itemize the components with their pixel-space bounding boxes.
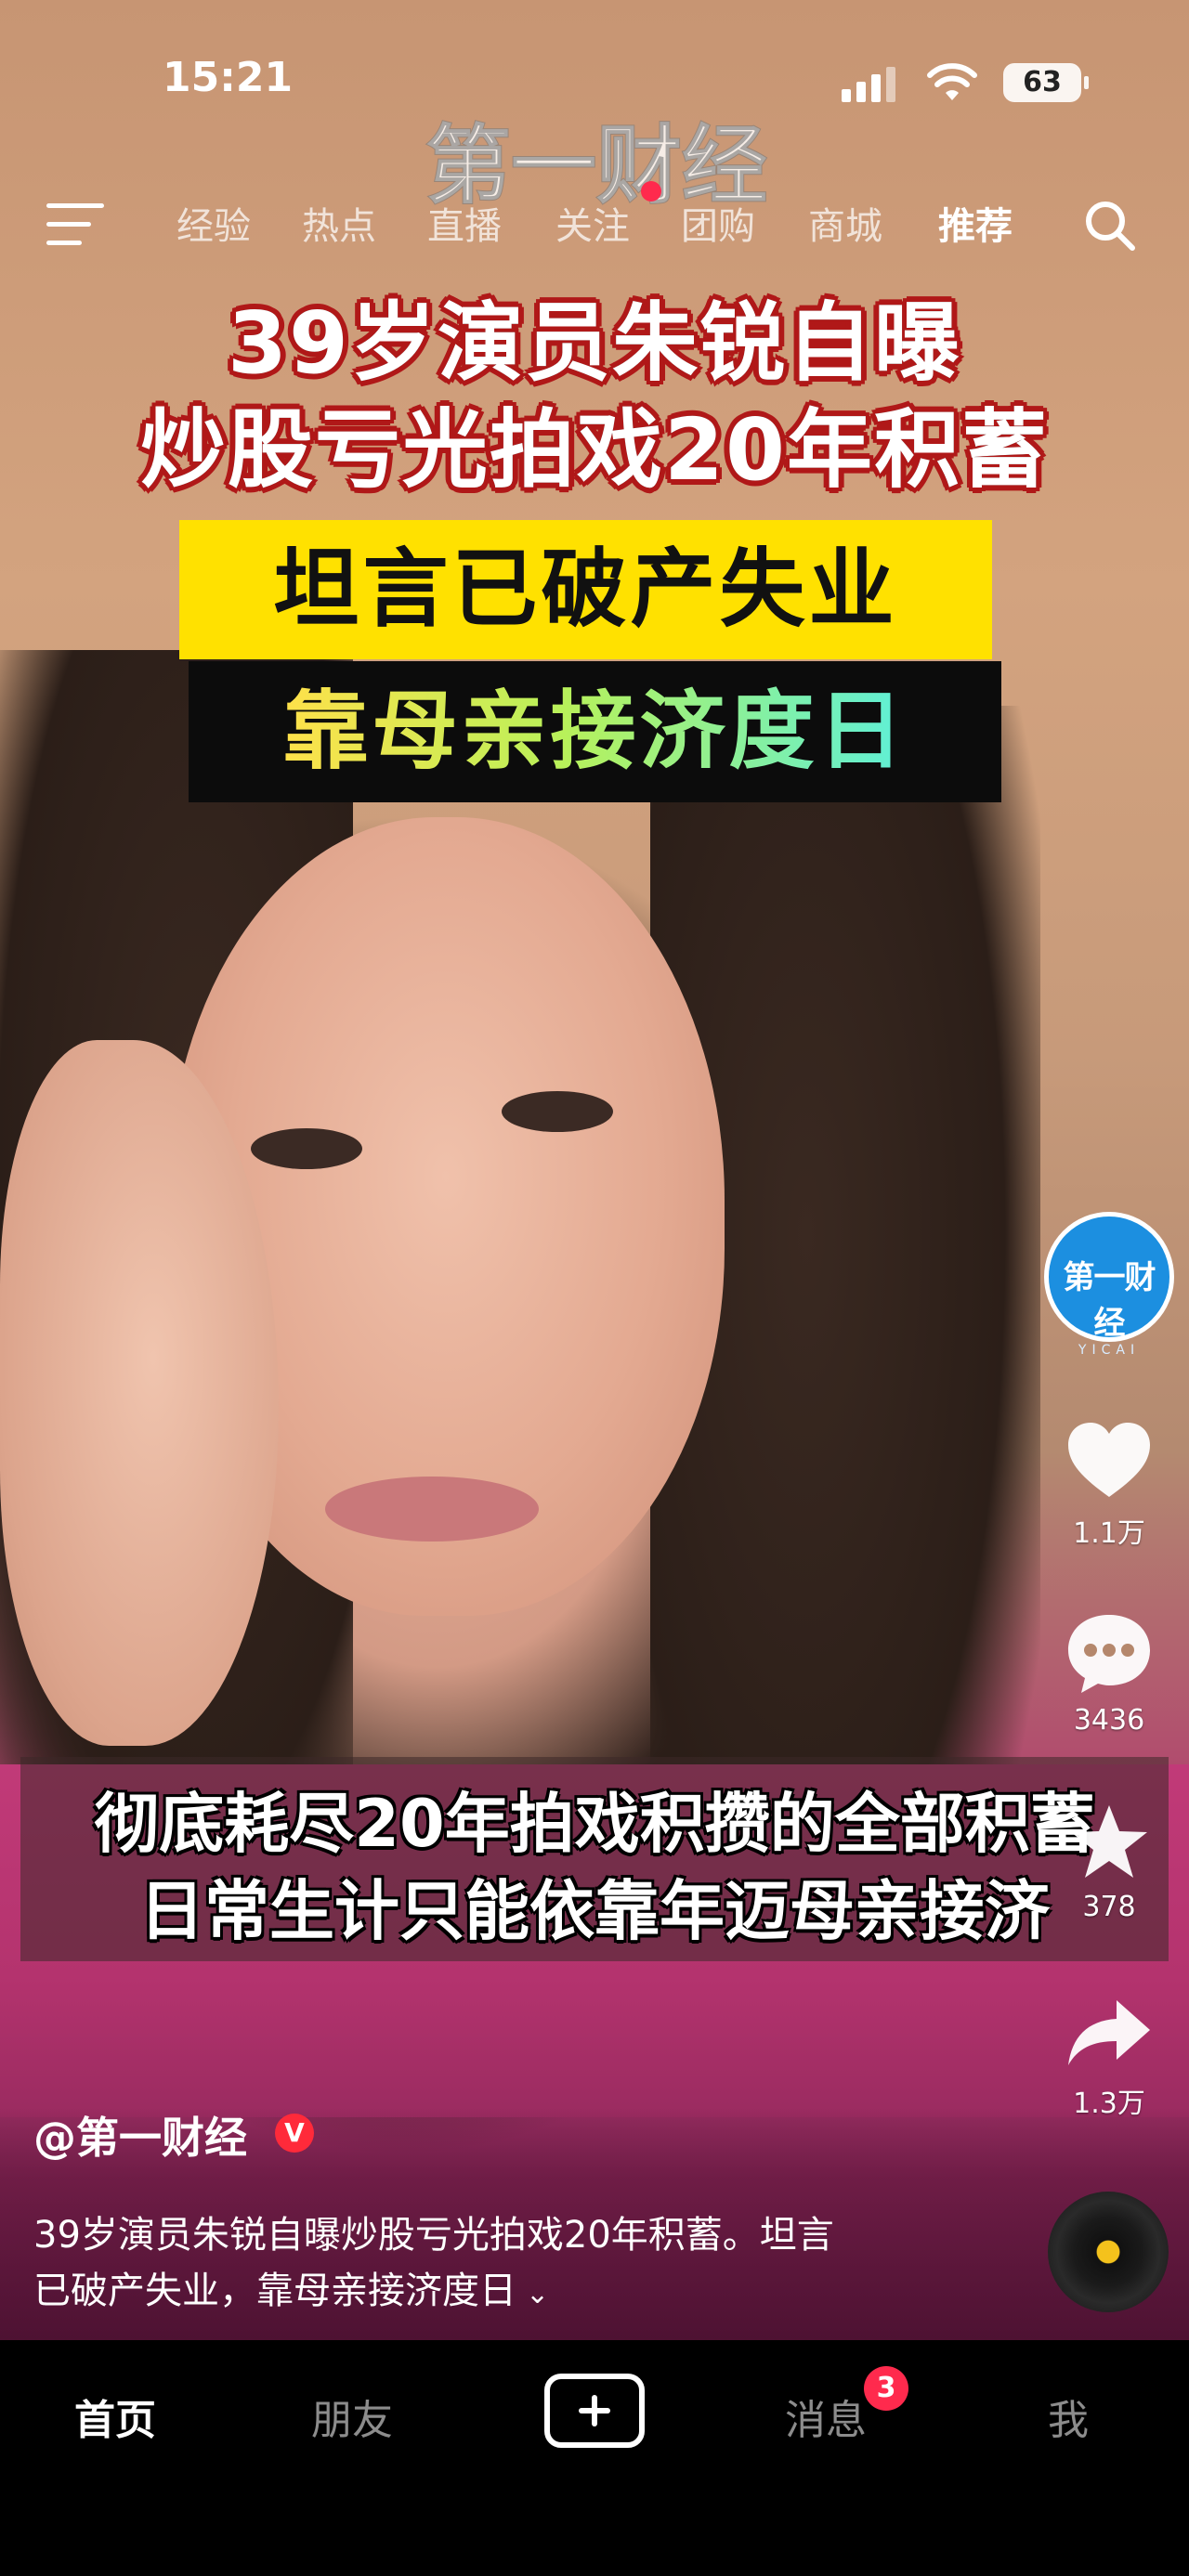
headline-black-band-text: 靠母亲接济度日 — [282, 682, 908, 781]
tab-trending[interactable]: 热点 — [302, 196, 376, 250]
tab-recommend[interactable]: 推荐 — [938, 196, 1013, 250]
favorite-button[interactable]: 378 — [1044, 1802, 1174, 1923]
tab-friends[interactable]: 朋友 — [311, 2387, 393, 2446]
subtitle-line-1: 彻底耗尽20年拍戏积攒的全部积蓄 — [94, 1786, 1095, 1862]
headline-line-1: 39岁演员朱锐自曝 — [227, 293, 962, 393]
video-eye-left — [251, 1128, 362, 1169]
tab-following[interactable]: 关注 — [555, 196, 630, 250]
avatar-logo-subtext: YICAI — [1078, 1343, 1141, 1358]
wifi-icon — [927, 63, 977, 100]
like-button[interactable]: 1.1万 — [1044, 1421, 1174, 1551]
headline-black-band: 靠母亲接济度日 — [189, 661, 1001, 802]
caption-line-2[interactable]: 已破产失业，靠母亲接济度日 ⌄ — [33, 2260, 549, 2314]
tab-experience[interactable]: 经验 — [176, 196, 251, 250]
chevron-down-icon[interactable]: ⌄ — [526, 2278, 549, 2310]
heart-icon — [1068, 1423, 1150, 1497]
share-button[interactable]: 1.3万 — [1044, 1997, 1174, 2121]
top-nav: 经验 热点 直播 关注 团购 商城 推荐 — [0, 181, 1189, 265]
headline-line-2: 炒股亏光拍戏20年积蓄 — [139, 400, 1050, 500]
tab-live[interactable]: 直播 — [427, 196, 502, 250]
status-bar: 15:21 63 — [0, 45, 1189, 119]
tab-messages[interactable]: 消息 — [785, 2387, 867, 2446]
tab-me[interactable]: 我 — [1048, 2387, 1089, 2446]
subtitle-box: 彻底耗尽20年拍戏积攒的全部积蓄 日常生计只能依靠年迈母亲接济 — [20, 1757, 1169, 1961]
menu-icon[interactable] — [46, 203, 104, 246]
star-icon — [1071, 1805, 1147, 1878]
caption-line-1[interactable]: 39岁演员朱锐自曝炒股亏光拍戏20年积蓄。坦言 — [33, 2205, 834, 2258]
favorite-count: 378 — [1082, 1891, 1136, 1923]
subtitle-line-2: 日常生计只能依靠年迈母亲接济 — [139, 1873, 1050, 1949]
music-disc-icon[interactable] — [1048, 2192, 1169, 2312]
author-name[interactable]: @第一财经 — [33, 2104, 247, 2166]
author-avatar[interactable]: 第一财经 YICAI — [1044, 1212, 1174, 1358]
headline-yellow-band: 坦言已破产失业 — [179, 520, 992, 659]
like-count: 1.1万 — [1073, 1517, 1145, 1550]
plus-icon — [579, 2395, 610, 2426]
status-time: 15:21 — [163, 54, 294, 101]
live-indicator-dot — [641, 181, 661, 202]
message-badge: 3 — [864, 2366, 908, 2411]
tab-mall[interactable]: 商城 — [808, 196, 882, 250]
comment-button[interactable]: 3436 — [1044, 1611, 1174, 1737]
add-video-button[interactable] — [544, 2374, 645, 2448]
avatar-logo-text: 第一财经 — [1063, 1259, 1156, 1342]
caption-line-2-text: 已破产失业，靠母亲接济度日 — [33, 2270, 516, 2312]
tab-group-buy[interactable]: 团购 — [681, 196, 755, 250]
comment-icon — [1068, 1615, 1150, 1693]
bottom-tab-bar: 首页 朋友 消息 3 我 — [0, 2340, 1189, 2576]
verified-badge: V — [275, 2114, 314, 2153]
signal-icon — [842, 65, 897, 102]
battery-indicator: 63 — [1003, 63, 1089, 102]
comment-count: 3436 — [1073, 1704, 1145, 1737]
video-mouth — [325, 1477, 539, 1542]
video-eye-right — [502, 1091, 613, 1132]
tab-home[interactable]: 首页 — [74, 2387, 156, 2446]
search-icon[interactable] — [1082, 198, 1138, 254]
share-arrow-icon — [1068, 2000, 1150, 2065]
